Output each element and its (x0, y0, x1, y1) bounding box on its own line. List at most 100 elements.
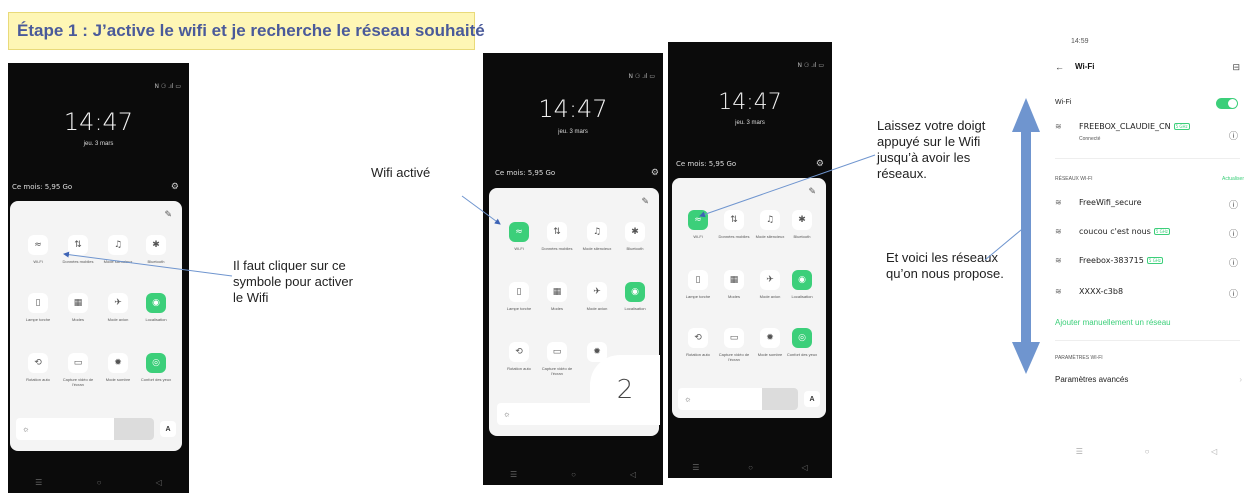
brightness-handle[interactable] (114, 418, 154, 440)
tile-label: Wi-Fi (514, 246, 524, 251)
edit-icon[interactable]: ✎ (808, 186, 816, 197)
back-icon[interactable]: ◁ (1211, 447, 1217, 456)
edit-icon[interactable]: ✎ (641, 196, 649, 207)
wifi-signal-icon: ≋ (1055, 256, 1062, 265)
screen-record-tile[interactable]: ▭ (547, 342, 567, 362)
tile-label: Mode avion (107, 317, 129, 322)
silent-mode-tile[interactable]: ♫ (587, 222, 607, 242)
menu-icon[interactable]: ☰ (692, 463, 699, 472)
silent-mode-tile[interactable]: ♫ (108, 235, 128, 255)
network-row[interactable]: ≋ coucou c'est nous 5 GHz (1055, 227, 1240, 236)
divider (1055, 158, 1240, 159)
screen-record-tile[interactable]: ▭ (68, 353, 88, 373)
bluetooth-tile[interactable]: ✱ (792, 210, 812, 230)
step-number-badge: 2 (590, 355, 660, 425)
back-icon[interactable]: ◁ (156, 478, 162, 487)
clock-time: 14:47 (538, 95, 608, 123)
mobile-data-tile[interactable]: ⇅ (724, 210, 744, 230)
mobile-data-tile[interactable]: ⇅ (547, 222, 567, 242)
rotation-tile[interactable]: ⟲ (28, 353, 48, 373)
band-tag: 5 GHz (1146, 257, 1163, 264)
qr-scan-icon[interactable]: ⊟ (1232, 62, 1240, 73)
rotation-tile[interactable]: ⟲ (509, 342, 529, 362)
silent-mode-tile[interactable]: ♫ (760, 210, 780, 230)
network-row[interactable]: ≋ FreeWifi_secure (1055, 198, 1240, 207)
menu-icon[interactable]: ☰ (1076, 447, 1083, 456)
chevron-right-icon: › (1239, 375, 1242, 384)
location-tile[interactable]: ◉ (792, 270, 812, 290)
airplane-tile[interactable]: ✈ (760, 270, 780, 290)
airplane-tile[interactable]: ✈ (108, 293, 128, 313)
step-title: Étape 1 : J’active le wifi et je recherc… (8, 12, 485, 50)
menu-icon[interactable]: ☰ (510, 470, 517, 479)
back-icon[interactable]: ◁ (630, 470, 636, 479)
screen-record-tile[interactable]: ▭ (724, 328, 744, 348)
info-icon[interactable]: ⓘ (1229, 287, 1238, 300)
brightness-slider[interactable]: ☼ (678, 388, 798, 410)
info-icon[interactable]: ⓘ (1229, 256, 1238, 269)
tile-label: Mode sombre (105, 377, 131, 382)
connected-network-row[interactable]: ≋ FREEBOX_CLAUDIE_CN 5 GHz (1055, 122, 1240, 131)
network-row[interactable]: ≋ Freebox-383715 5 GHz (1055, 256, 1240, 265)
tile-label: Rotation auto (26, 377, 50, 382)
brightness-slider[interactable]: ☼ (16, 418, 154, 440)
airplane-tile[interactable]: ✈ (587, 282, 607, 302)
bluetooth-tile[interactable]: ✱ (146, 235, 166, 255)
info-icon[interactable]: ⓘ (1229, 129, 1238, 142)
eye-comfort-tile[interactable]: ◎ (146, 353, 166, 373)
dark-mode-tile[interactable]: ✹ (760, 328, 780, 348)
modes-tile[interactable]: ▦ (724, 270, 744, 290)
network-name: XXXX-c3b8 (1079, 287, 1124, 296)
settings-gear-icon[interactable]: ⚙ (816, 158, 824, 169)
clock-date: jeu. 3 mars (558, 129, 588, 135)
wifi-toggle-label: Wi-Fi (1055, 99, 1072, 106)
torch-tile[interactable]: ▯ (509, 282, 529, 302)
dark-mode-tile[interactable]: ✹ (108, 353, 128, 373)
clock-time: 14:47 (718, 90, 782, 115)
network-row[interactable]: ≋ XXXX-c3b8 (1055, 287, 1240, 296)
home-icon[interactable]: ○ (571, 470, 576, 479)
refresh-link[interactable]: Actualiser (1222, 176, 1244, 182)
data-usage: Ce mois: 5,95 Go (495, 169, 556, 177)
status-bar: N ⚆ .ıl ▭ (628, 73, 656, 80)
tutorial-slide: Étape 1 : J’active le wifi et je recherc… (0, 0, 1248, 493)
back-icon[interactable]: ◁ (802, 463, 808, 472)
divider (1055, 340, 1240, 341)
sun-icon: ☼ (684, 394, 692, 404)
modes-tile[interactable]: ▦ (547, 282, 567, 302)
data-usage: Ce mois: 5,95 Go (12, 183, 73, 191)
auto-brightness-button[interactable]: A (160, 421, 176, 437)
modes-tile[interactable]: ▦ (68, 293, 88, 313)
wifi-tile[interactable]: ≈ (28, 235, 48, 255)
section-params: PARAMÈTRES WI-FI (1055, 355, 1103, 361)
auto-brightness-button[interactable]: A (804, 391, 820, 407)
menu-icon[interactable]: ☰ (35, 478, 42, 487)
info-icon[interactable]: ⓘ (1229, 198, 1238, 211)
back-arrow-icon[interactable]: ← (1055, 62, 1064, 72)
home-icon[interactable]: ○ (1145, 447, 1150, 456)
edit-icon[interactable]: ✎ (164, 209, 172, 220)
tile-label: Confort des yeux (786, 352, 818, 357)
eye-comfort-tile[interactable]: ◎ (792, 328, 812, 348)
rotation-tile[interactable]: ⟲ (688, 328, 708, 348)
settings-gear-icon[interactable]: ⚙ (651, 167, 659, 178)
settings-gear-icon[interactable]: ⚙ (171, 181, 179, 192)
nav-bar: ☰ ○ ◁ (668, 463, 832, 472)
bluetooth-tile[interactable]: ✱ (625, 222, 645, 242)
torch-tile[interactable]: ▯ (688, 270, 708, 290)
location-tile[interactable]: ◉ (625, 282, 645, 302)
wifi-toggle[interactable] (1216, 98, 1238, 109)
mobile-data-tile[interactable]: ⇅ (68, 235, 88, 255)
home-icon[interactable]: ○ (97, 478, 102, 487)
home-icon[interactable]: ○ (748, 463, 753, 472)
tile-label: Données mobiles (718, 234, 750, 239)
brightness-handle[interactable] (762, 388, 798, 410)
add-network-link[interactable]: Ajouter manuellement un réseau (1055, 318, 1171, 327)
torch-tile[interactable]: ▯ (28, 293, 48, 313)
advanced-settings-item[interactable]: Paramètres avancés (1055, 375, 1128, 384)
tile-label: Localisation (624, 306, 646, 311)
location-tile[interactable]: ◉ (146, 293, 166, 313)
info-icon[interactable]: ⓘ (1229, 227, 1238, 240)
wifi-tile[interactable]: ≈ (509, 222, 529, 242)
wifi-tile[interactable]: ≈ (688, 210, 708, 230)
